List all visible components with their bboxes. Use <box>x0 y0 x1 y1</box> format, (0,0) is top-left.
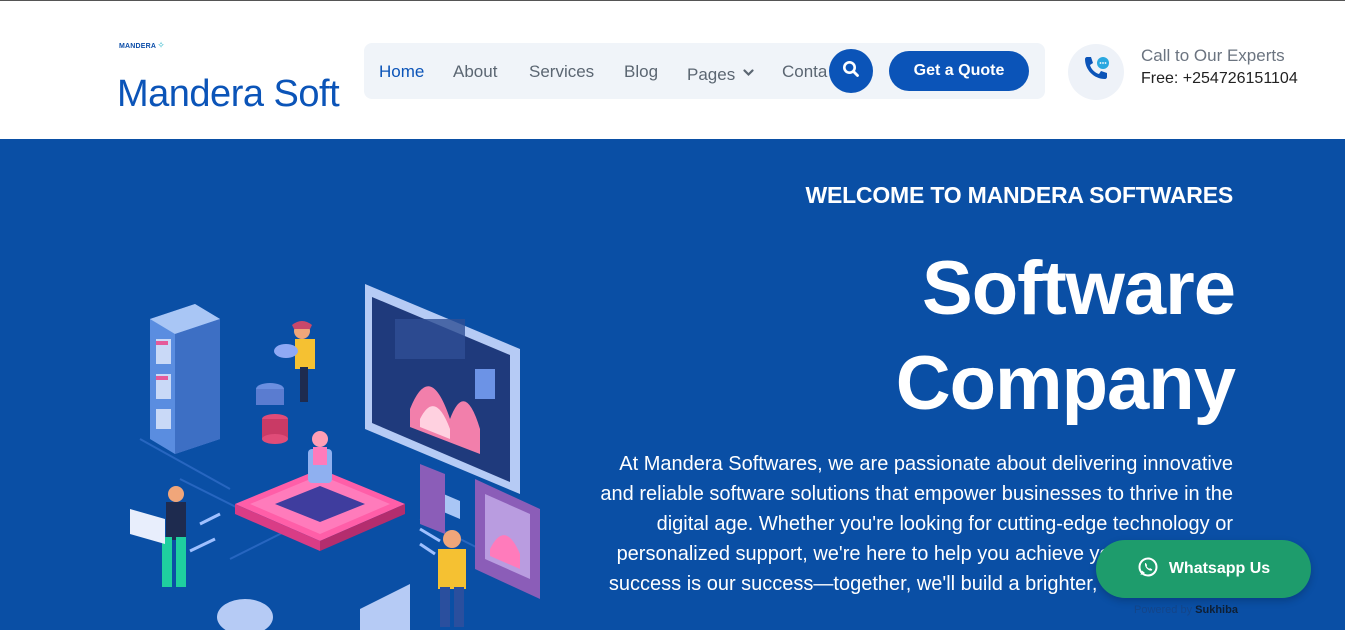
server-illustration <box>150 304 220 454</box>
call-title: Call to Our Experts <box>1141 46 1285 65</box>
nav-home[interactable]: Home <box>379 62 424 82</box>
logo-mark-text: MANDERA <box>119 43 157 50</box>
powered-by-prefix: Powered by <box>1134 604 1193 616</box>
logo-mark[interactable]: MANDERA✧ <box>119 40 165 51</box>
hero-illustration <box>120 279 560 630</box>
search-button[interactable] <box>829 49 873 93</box>
nav-pages-label: Pages <box>687 65 736 84</box>
get-quote-button[interactable]: Get a Quote <box>889 51 1029 91</box>
whatsapp-icon <box>1137 556 1159 583</box>
chevron-down-icon <box>743 62 754 82</box>
powered-by[interactable]: Powered by Sukhiba <box>1134 604 1238 616</box>
hero-headline-line1: Software <box>922 246 1236 331</box>
whatsapp-label: Whatsapp Us <box>1168 560 1271 577</box>
search-icon <box>842 60 860 83</box>
nav-contact[interactable]: Conta <box>782 62 827 82</box>
star-icon: ✧ <box>157 40 165 50</box>
call-number[interactable]: Free: +254726151104 <box>1141 70 1298 88</box>
nav-blog[interactable]: Blog <box>624 62 658 82</box>
nav-services[interactable]: Services <box>529 62 594 82</box>
call-icon-badge[interactable] <box>1068 44 1124 100</box>
hero-headline-line2: Company <box>895 341 1236 426</box>
nav-about[interactable]: About <box>453 62 497 82</box>
site-logo[interactable]: Mandera Soft <box>117 73 340 116</box>
hero-welcome: WELCOME TO MANDERA SOFTWARES <box>805 182 1233 208</box>
hero-headline: Software Company <box>535 241 1236 431</box>
phone-chat-icon <box>1079 53 1113 92</box>
nav-pages[interactable]: Pages <box>687 62 754 85</box>
powered-by-brand: Sukhiba <box>1195 604 1238 616</box>
site-header: MANDERA✧ Mandera Soft Home About Service… <box>0 1 1345 139</box>
whatsapp-button[interactable]: Whatsapp Us <box>1096 540 1311 598</box>
